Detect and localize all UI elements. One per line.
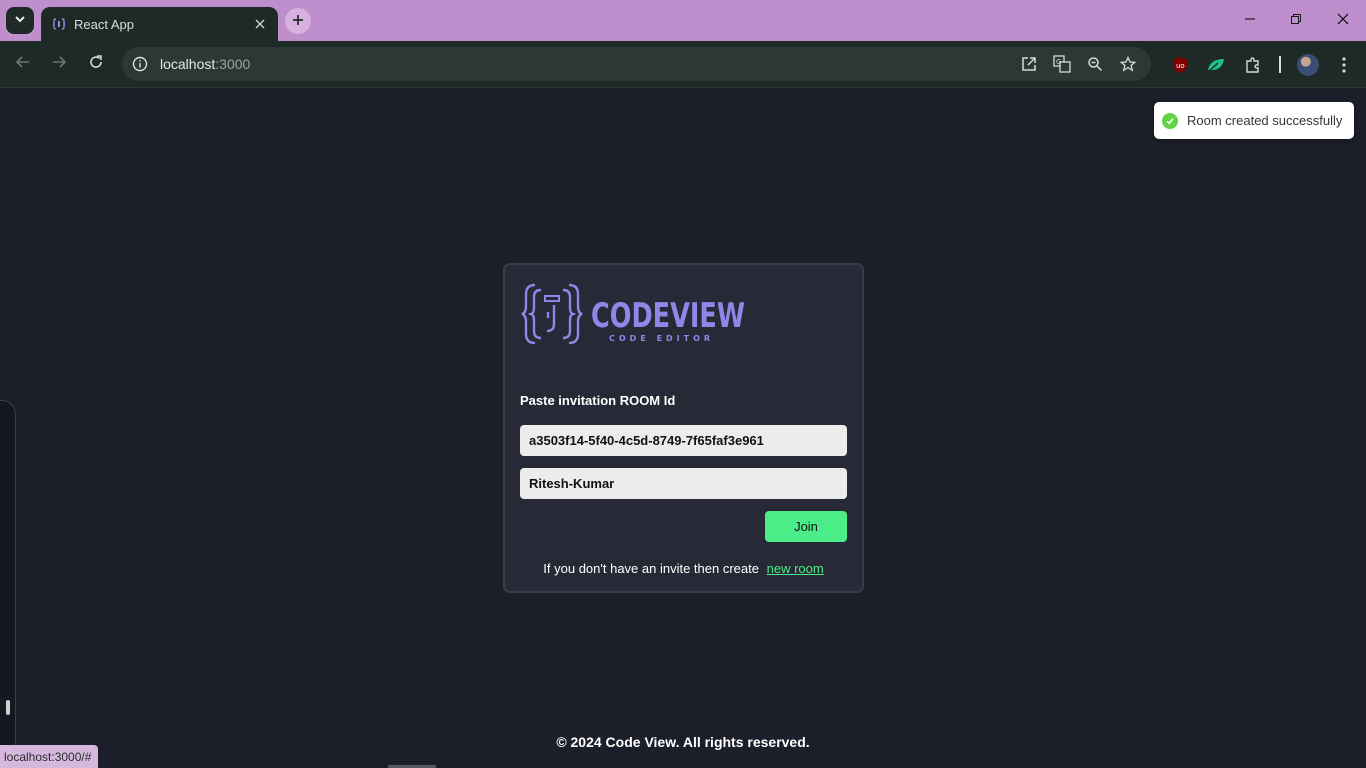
close-window-button[interactable] bbox=[1320, 0, 1366, 41]
url-text: localhost:3000 bbox=[160, 56, 250, 72]
ublock-extension-icon[interactable]: uo bbox=[1169, 54, 1191, 76]
invite-text: If you don't have an invite then create bbox=[543, 561, 759, 576]
room-id-label: Paste invitation ROOM Id bbox=[520, 393, 676, 408]
restore-icon bbox=[1290, 12, 1302, 30]
codeview-logo: CODEVIEW CODE EDITOR bbox=[521, 282, 751, 346]
kebab-menu-icon[interactable] bbox=[1333, 54, 1355, 76]
status-bar-url: localhost:3000/# bbox=[0, 745, 99, 768]
address-bar[interactable]: localhost:3000 G bbox=[122, 47, 1151, 81]
arrow-left-icon bbox=[15, 54, 31, 75]
plus-icon bbox=[292, 10, 304, 32]
url-host: localhost bbox=[160, 56, 216, 72]
chevron-down-icon bbox=[14, 13, 26, 28]
minimize-icon bbox=[1244, 12, 1256, 30]
minimize-button[interactable] bbox=[1227, 0, 1273, 41]
close-icon bbox=[1337, 12, 1349, 30]
url-port: :3000 bbox=[215, 56, 251, 72]
join-button[interactable]: Join bbox=[765, 511, 847, 542]
invite-line: If you don't have an invite then create … bbox=[505, 561, 862, 576]
tab-strip: React App bbox=[0, 0, 1366, 41]
join-room-card: CODEVIEW CODE EDITOR Paste invitation RO… bbox=[503, 263, 864, 593]
new-room-link[interactable]: new room bbox=[767, 561, 824, 576]
browser-tab[interactable]: React App bbox=[41, 7, 278, 41]
bookmark-star-icon[interactable] bbox=[1118, 54, 1138, 74]
new-tab-button[interactable] bbox=[285, 8, 311, 34]
react-favicon-icon bbox=[51, 16, 67, 32]
drawer-scrollbar[interactable] bbox=[6, 700, 10, 715]
forward-button[interactable] bbox=[45, 50, 73, 78]
toast-message: Room created successfully bbox=[1187, 113, 1343, 128]
zoom-icon[interactable] bbox=[1085, 54, 1105, 74]
success-toast: Room created successfully bbox=[1154, 102, 1354, 139]
logo-subtitle: CODE EDITOR bbox=[609, 334, 714, 343]
profile-avatar[interactable] bbox=[1297, 54, 1319, 76]
tab-search-button[interactable] bbox=[6, 7, 34, 34]
open-in-new-icon[interactable] bbox=[1019, 54, 1039, 74]
svg-text:uo: uo bbox=[1176, 62, 1185, 70]
footer-copyright: © 2024 Code View. All rights reserved. bbox=[556, 734, 810, 750]
reload-icon bbox=[88, 54, 104, 75]
logo-title: CODEVIEW bbox=[591, 296, 745, 336]
back-button[interactable] bbox=[9, 50, 37, 78]
tab-title: React App bbox=[74, 16, 134, 32]
toolbar-divider bbox=[1279, 56, 1281, 73]
arrow-right-icon bbox=[51, 54, 67, 75]
browser-toolbar: localhost:3000 G uo bbox=[0, 41, 1366, 88]
close-tab-icon[interactable] bbox=[252, 16, 268, 32]
room-id-input[interactable] bbox=[520, 425, 847, 456]
extensions-puzzle-icon[interactable] bbox=[1242, 54, 1264, 76]
restore-button[interactable] bbox=[1273, 0, 1319, 41]
reload-button[interactable] bbox=[82, 50, 110, 78]
svg-text:G: G bbox=[1056, 58, 1061, 66]
translate-icon[interactable]: G bbox=[1052, 54, 1072, 74]
username-input[interactable] bbox=[520, 468, 847, 499]
leaf-extension-icon[interactable] bbox=[1205, 54, 1227, 76]
checkmark-icon bbox=[1162, 112, 1178, 129]
site-info-icon[interactable] bbox=[130, 54, 150, 74]
